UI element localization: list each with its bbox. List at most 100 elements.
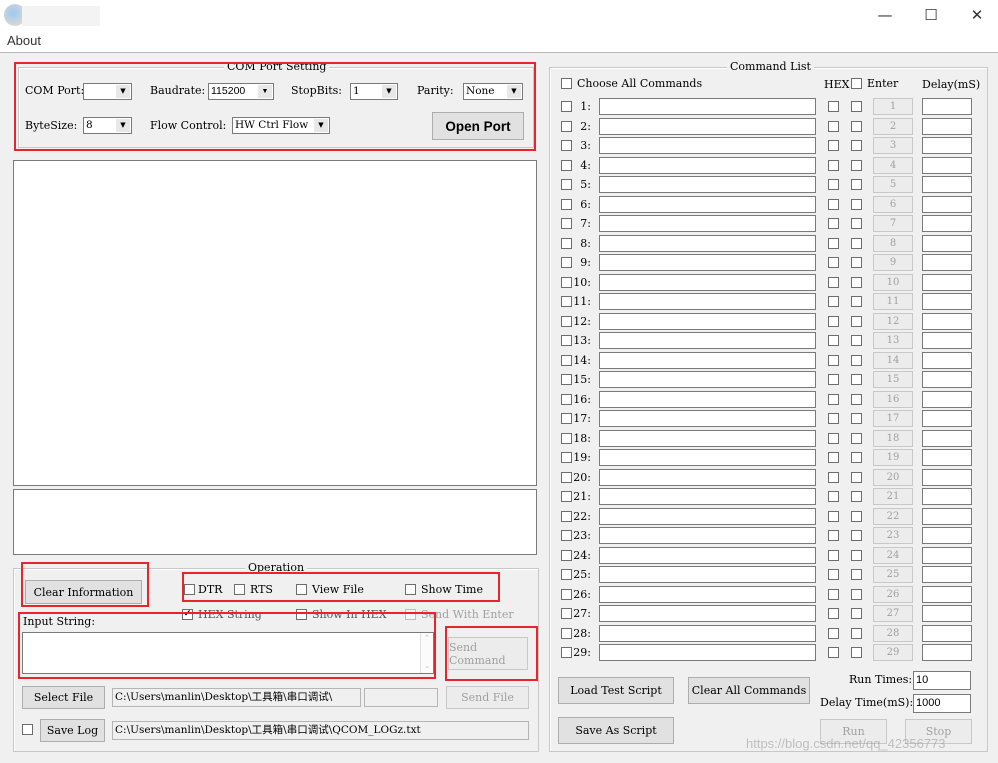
command-enter-checkbox[interactable]: [851, 199, 862, 210]
command-hex-checkbox[interactable]: [828, 452, 839, 463]
command-input-field[interactable]: [599, 118, 816, 135]
command-send-button[interactable]: 27: [873, 605, 913, 622]
secondary-output-area[interactable]: [13, 489, 537, 555]
command-delay-field[interactable]: [922, 313, 972, 330]
command-send-button[interactable]: 21: [873, 488, 913, 505]
command-input-field[interactable]: [599, 371, 816, 388]
command-enter-checkbox[interactable]: [851, 257, 862, 268]
command-hex-checkbox[interactable]: [828, 199, 839, 210]
command-enter-checkbox[interactable]: [851, 179, 862, 190]
command-enter-checkbox[interactable]: [851, 647, 862, 658]
command-enter-checkbox[interactable]: [851, 530, 862, 541]
command-send-button[interactable]: 10: [873, 274, 913, 291]
command-input-field[interactable]: [599, 586, 816, 603]
command-hex-checkbox[interactable]: [828, 433, 839, 444]
command-hex-checkbox[interactable]: [828, 491, 839, 502]
enter-all-checkbox[interactable]: [851, 78, 862, 89]
command-delay-field[interactable]: [922, 547, 972, 564]
command-enter-checkbox[interactable]: [851, 101, 862, 112]
command-delay-field[interactable]: [922, 274, 972, 291]
command-enter-checkbox[interactable]: [851, 628, 862, 639]
command-hex-checkbox[interactable]: [828, 160, 839, 171]
command-delay-field[interactable]: [922, 469, 972, 486]
file-path-field[interactable]: C:\Users\manlin\Desktop\工具箱\串口调试\: [112, 688, 361, 707]
command-input-field[interactable]: [599, 605, 816, 622]
command-enter-checkbox[interactable]: [851, 394, 862, 405]
choose-all-commands-checkbox[interactable]: [561, 78, 572, 89]
command-hex-checkbox[interactable]: [828, 569, 839, 580]
view-file-checkbox[interactable]: [296, 584, 307, 595]
send-file-button[interactable]: Send File: [446, 686, 529, 709]
load-test-script-button[interactable]: Load Test Script: [558, 677, 674, 704]
command-hex-checkbox[interactable]: [828, 257, 839, 268]
command-hex-checkbox[interactable]: [828, 238, 839, 249]
command-enter-checkbox[interactable]: [851, 413, 862, 424]
input-scrollbar[interactable]: ⌃ ⌄: [420, 633, 433, 673]
command-hex-checkbox[interactable]: [828, 296, 839, 307]
command-delay-field[interactable]: [922, 137, 972, 154]
command-input-field[interactable]: [599, 391, 816, 408]
clear-information-button[interactable]: Clear Information: [25, 580, 142, 604]
command-enter-checkbox[interactable]: [851, 608, 862, 619]
command-send-button[interactable]: 4: [873, 157, 913, 174]
command-delay-field[interactable]: [922, 235, 972, 252]
command-send-button[interactable]: 18: [873, 430, 913, 447]
receive-output-area[interactable]: [13, 160, 537, 486]
command-delay-field[interactable]: [922, 157, 972, 174]
select-file-button[interactable]: Select File: [22, 686, 105, 709]
command-send-button[interactable]: 6: [873, 196, 913, 213]
command-hex-checkbox[interactable]: [828, 472, 839, 483]
command-send-button[interactable]: 12: [873, 313, 913, 330]
com-port-select[interactable]: ▼: [83, 83, 132, 100]
bytesize-select[interactable]: 8 ▼: [83, 117, 132, 134]
command-hex-checkbox[interactable]: [828, 374, 839, 385]
command-input-field[interactable]: [599, 625, 816, 642]
command-delay-field[interactable]: [922, 410, 972, 427]
command-send-button[interactable]: 19: [873, 449, 913, 466]
command-input-field[interactable]: [599, 508, 816, 525]
command-input-field[interactable]: [599, 430, 816, 447]
command-send-button[interactable]: 11: [873, 293, 913, 310]
command-input-field[interactable]: [599, 293, 816, 310]
command-send-button[interactable]: 26: [873, 586, 913, 603]
log-path-field[interactable]: C:\Users\manlin\Desktop\工具箱\串口调试\QCOM_LO…: [112, 721, 529, 740]
command-input-field[interactable]: [599, 547, 816, 564]
command-enter-checkbox[interactable]: [851, 335, 862, 346]
show-time-checkbox[interactable]: [405, 584, 416, 595]
command-hex-checkbox[interactable]: [828, 589, 839, 600]
command-send-button[interactable]: 2: [873, 118, 913, 135]
command-enter-checkbox[interactable]: [851, 491, 862, 502]
command-hex-checkbox[interactable]: [828, 218, 839, 229]
command-input-field[interactable]: [599, 196, 816, 213]
command-enter-checkbox[interactable]: [851, 316, 862, 327]
command-send-button[interactable]: 15: [873, 371, 913, 388]
command-enter-checkbox[interactable]: [851, 296, 862, 307]
command-hex-checkbox[interactable]: [828, 550, 839, 561]
command-send-button[interactable]: 7: [873, 215, 913, 232]
command-send-button[interactable]: 28: [873, 625, 913, 642]
command-input-field[interactable]: [599, 469, 816, 486]
command-input-field[interactable]: [599, 644, 816, 661]
command-enter-checkbox[interactable]: [851, 355, 862, 366]
command-delay-field[interactable]: [922, 508, 972, 525]
command-enter-checkbox[interactable]: [851, 452, 862, 463]
command-delay-field[interactable]: [922, 98, 972, 115]
command-delay-field[interactable]: [922, 605, 972, 622]
command-enter-checkbox[interactable]: [851, 569, 862, 580]
run-times-field[interactable]: 10: [913, 671, 971, 690]
save-log-checkbox[interactable]: [22, 724, 33, 735]
command-enter-checkbox[interactable]: [851, 550, 862, 561]
command-delay-field[interactable]: [922, 176, 972, 193]
command-input-field[interactable]: [599, 449, 816, 466]
command-delay-field[interactable]: [922, 293, 972, 310]
command-enter-checkbox[interactable]: [851, 374, 862, 385]
command-send-button[interactable]: 25: [873, 566, 913, 583]
open-port-button[interactable]: Open Port: [432, 112, 524, 140]
command-delay-field[interactable]: [922, 449, 972, 466]
clear-all-commands-button[interactable]: Clear All Commands: [688, 677, 810, 704]
command-delay-field[interactable]: [922, 391, 972, 408]
command-hex-checkbox[interactable]: [828, 511, 839, 522]
save-as-script-button[interactable]: Save As Script: [558, 717, 674, 744]
command-input-field[interactable]: [599, 352, 816, 369]
command-send-button[interactable]: 16: [873, 391, 913, 408]
